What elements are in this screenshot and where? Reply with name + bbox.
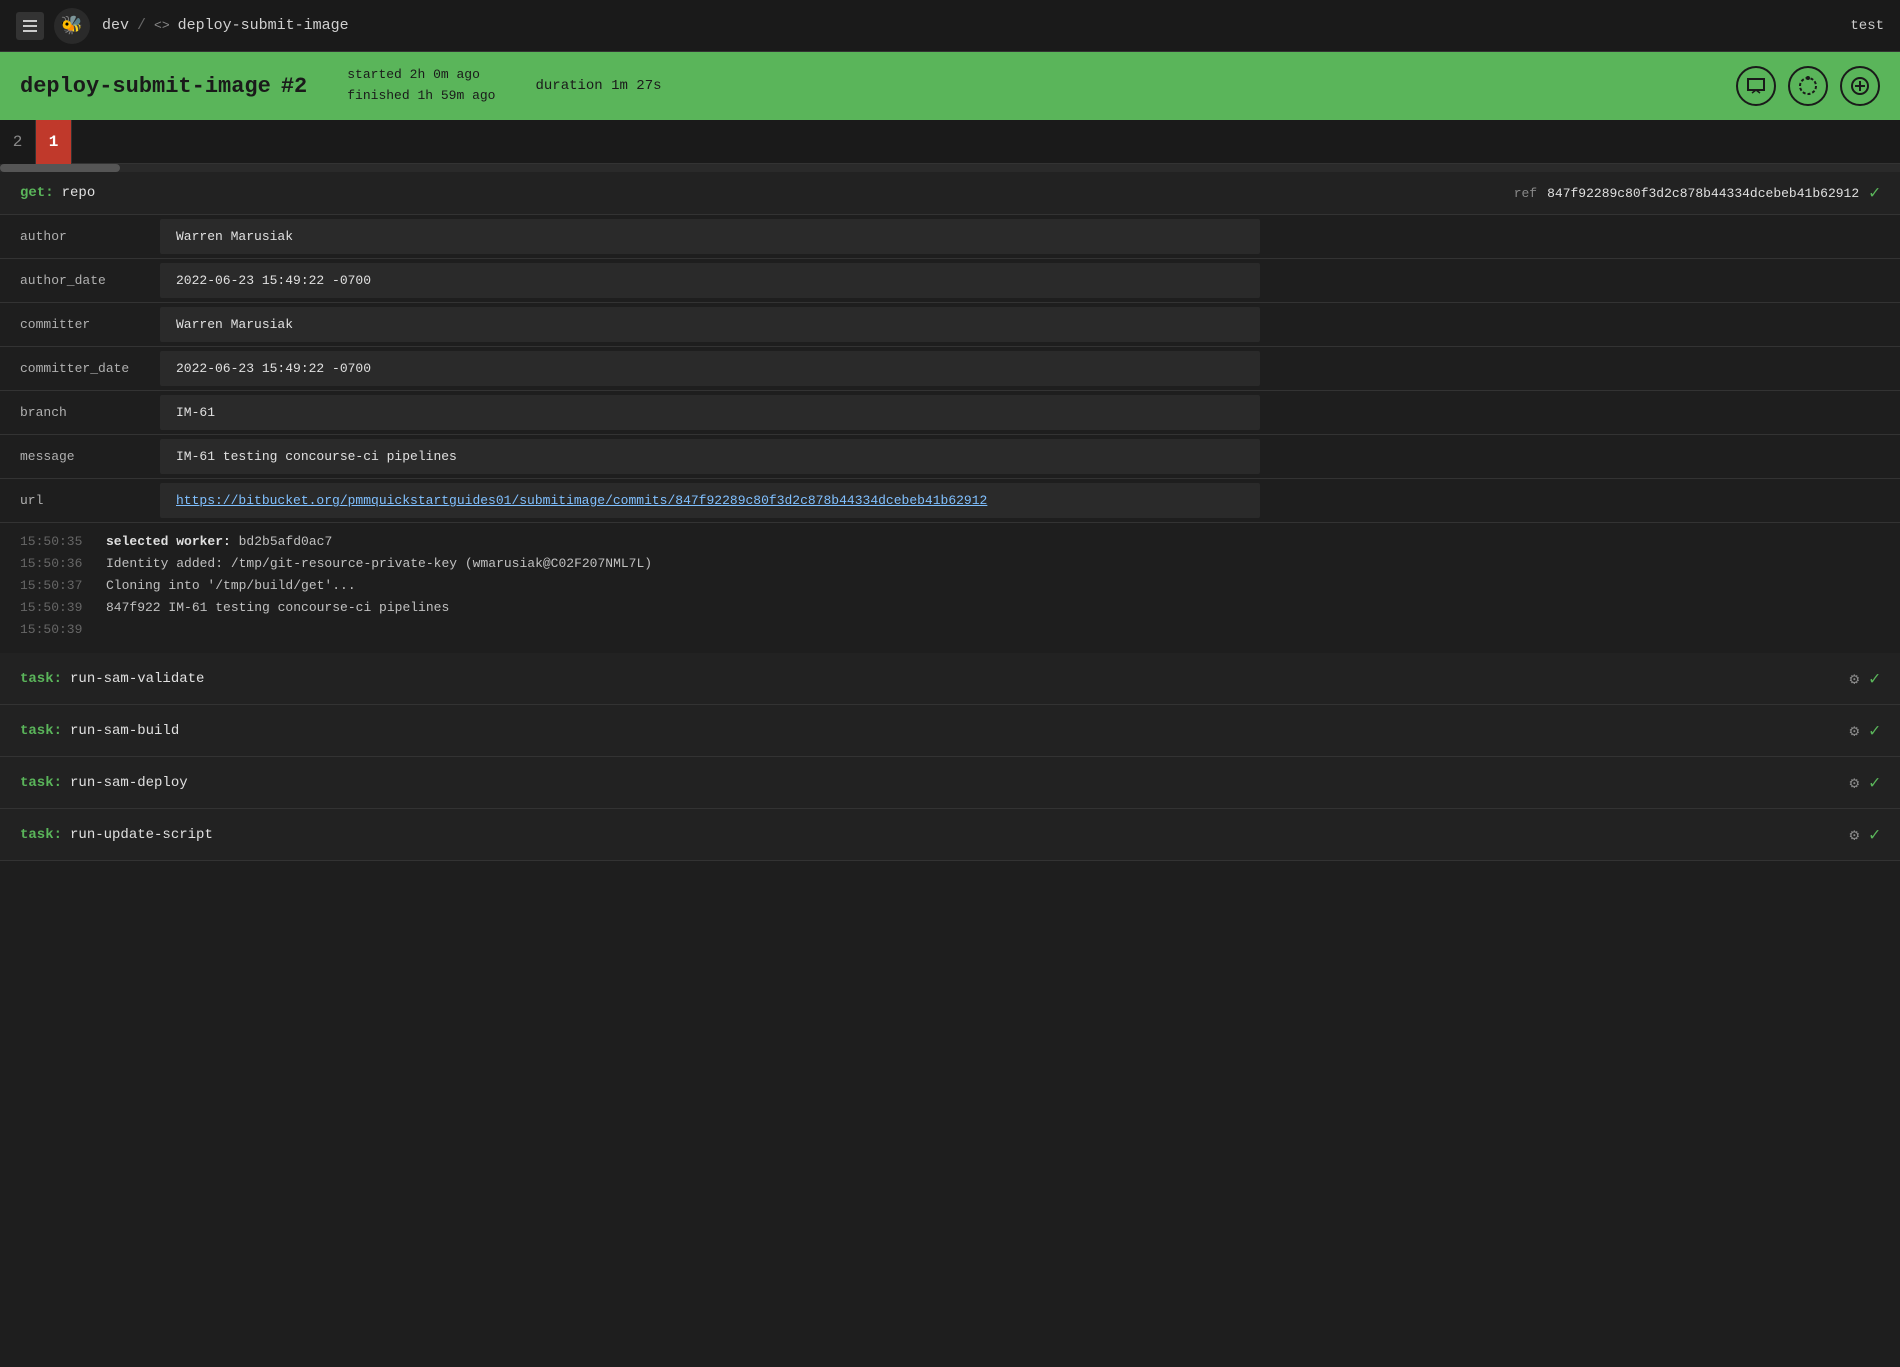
pipeline-link[interactable]: dev [102, 17, 129, 34]
log-time-1: 15:50:35 [20, 531, 90, 553]
gear-icon-3[interactable]: ⚙ [1850, 773, 1860, 793]
task-keyword-1: task: [20, 671, 62, 687]
task-keyword-2: task: [20, 723, 62, 739]
meta-key-author: author [0, 215, 160, 258]
metadata-table: author Warren Marusiak author_date 2022-… [0, 215, 1900, 523]
check-icon: ✓ [1869, 182, 1880, 204]
meta-row-author-date: author_date 2022-06-23 15:49:22 -0700 [0, 259, 1900, 303]
meta-val-message: IM-61 testing concourse-ci pipelines [160, 439, 1260, 474]
meta-row-author: author Warren Marusiak [0, 215, 1900, 259]
ref-hash: 847f92289c80f3d2c878b44334dcebeb41b62912 [1547, 186, 1859, 201]
task-actions-1: ⚙ ✓ [1850, 668, 1880, 690]
build-header: deploy-submit-image #2 started 2h 0m ago… [0, 52, 1900, 120]
meta-key-committer-date: committer_date [0, 347, 160, 390]
task-name-3: run-sam-deploy [70, 775, 188, 791]
log-text-2: Identity added: /tmp/git-resource-privat… [106, 553, 652, 575]
task-name-4: run-update-script [70, 827, 213, 843]
log-time-4: 15:50:39 [20, 597, 90, 619]
task-row-validate: task: run-sam-validate ⚙ ✓ [0, 653, 1900, 705]
log-line-1: 15:50:35 selected worker: bd2b5afd0ac7 [20, 531, 1880, 553]
tab-1[interactable]: 1 [36, 120, 72, 164]
log-line-2: 15:50:36 Identity added: /tmp/git-resour… [20, 553, 1880, 575]
log-section: 15:50:35 selected worker: bd2b5afd0ac7 1… [0, 523, 1900, 653]
task-row-deploy: task: run-sam-deploy ⚙ ✓ [0, 757, 1900, 809]
header-actions [1736, 66, 1880, 106]
get-resource: repo [62, 185, 96, 201]
task-check-1: ✓ [1869, 668, 1880, 690]
scroll-thumb [0, 164, 120, 172]
log-text-1: selected worker: bd2b5afd0ac7 [106, 531, 332, 553]
log-time-2: 15:50:36 [20, 553, 90, 575]
meta-row-message: message IM-61 testing concourse-ci pipel… [0, 435, 1900, 479]
breadcrumb-sep1: / [137, 17, 146, 34]
log-text-4: 847f922 IM-61 testing concourse-ci pipel… [106, 597, 449, 619]
build-started: started 2h 0m ago [347, 65, 495, 86]
meta-row-committer: committer Warren Marusiak [0, 303, 1900, 347]
gear-icon-2[interactable]: ⚙ [1850, 721, 1860, 741]
meta-key-url: url [0, 479, 160, 522]
log-text-3: Cloning into '/tmp/build/get'... [106, 575, 356, 597]
task-check-3: ✓ [1869, 772, 1880, 794]
build-meta: started 2h 0m ago finished 1h 59m ago [347, 65, 495, 107]
task-check-4: ✓ [1869, 824, 1880, 846]
meta-row-url: url https://bitbucket.org/pmmquickstartg… [0, 479, 1900, 523]
get-section-header: get: repo ref 847f92289c80f3d2c878b44334… [0, 172, 1900, 215]
task-actions-4: ⚙ ✓ [1850, 824, 1880, 846]
log-line-5: 15:50:39 [20, 619, 1880, 641]
meta-row-committer-date: committer_date 2022-06-23 15:49:22 -0700 [0, 347, 1900, 391]
meta-key-message: message [0, 435, 160, 478]
build-tabs: 2 1 [0, 120, 1900, 164]
tab-2[interactable]: 2 [0, 120, 36, 164]
main-content: get: repo ref 847f92289c80f3d2c878b44334… [0, 172, 1900, 861]
meta-val-branch: IM-61 [160, 395, 1260, 430]
build-duration: duration 1m 27s [535, 78, 661, 94]
get-keyword: get: [20, 185, 54, 201]
user-label: test [1850, 18, 1884, 34]
meta-key-author-date: author_date [0, 259, 160, 302]
rerun-button[interactable] [1788, 66, 1828, 106]
url-link[interactable]: https://bitbucket.org/pmmquickstartguide… [176, 493, 987, 508]
build-number: #2 [281, 74, 307, 99]
ref-area: ref 847f92289c80f3d2c878b44334dcebeb41b6… [1514, 182, 1880, 204]
top-navigation: 🐝 dev / <> deploy-submit-image test [0, 0, 1900, 52]
log-time-3: 15:50:37 [20, 575, 90, 597]
sidebar-toggle[interactable] [16, 12, 44, 40]
scroll-area[interactable] [0, 164, 1900, 172]
task-keyword-3: task: [20, 775, 62, 791]
breadcrumb: dev / <> deploy-submit-image [102, 17, 349, 34]
ref-label: ref [1514, 186, 1537, 201]
task-actions-3: ⚙ ✓ [1850, 772, 1880, 794]
log-time-5: 15:50:39 [20, 619, 90, 641]
task-keyword-4: task: [20, 827, 62, 843]
job-name[interactable]: deploy-submit-image [178, 17, 349, 34]
meta-val-committer-date: 2022-06-23 15:49:22 -0700 [160, 351, 1260, 386]
logo: 🐝 [54, 8, 90, 44]
resource-icon: <> [154, 18, 170, 33]
task-check-2: ✓ [1869, 720, 1880, 742]
meta-row-branch: branch IM-61 [0, 391, 1900, 435]
build-finished: finished 1h 59m ago [347, 86, 495, 107]
log-line-3: 15:50:37 Cloning into '/tmp/build/get'..… [20, 575, 1880, 597]
gear-icon-4[interactable]: ⚙ [1850, 825, 1860, 845]
task-actions-2: ⚙ ✓ [1850, 720, 1880, 742]
build-title: deploy-submit-image [20, 74, 271, 99]
add-button[interactable] [1840, 66, 1880, 106]
meta-key-branch: branch [0, 391, 160, 434]
task-name-2: run-sam-build [70, 723, 179, 739]
meta-val-author-date: 2022-06-23 15:49:22 -0700 [160, 263, 1260, 298]
task-row-build: task: run-sam-build ⚙ ✓ [0, 705, 1900, 757]
gear-icon-1[interactable]: ⚙ [1850, 669, 1860, 689]
meta-key-committer: committer [0, 303, 160, 346]
meta-val-author: Warren Marusiak [160, 219, 1260, 254]
log-line-4: 15:50:39 847f922 IM-61 testing concourse… [20, 597, 1880, 619]
meta-val-committer: Warren Marusiak [160, 307, 1260, 342]
meta-val-url: https://bitbucket.org/pmmquickstartguide… [160, 483, 1260, 518]
task-row-update-script: task: run-update-script ⚙ ✓ [0, 809, 1900, 861]
comment-button[interactable] [1736, 66, 1776, 106]
task-name-1: run-sam-validate [70, 671, 204, 687]
